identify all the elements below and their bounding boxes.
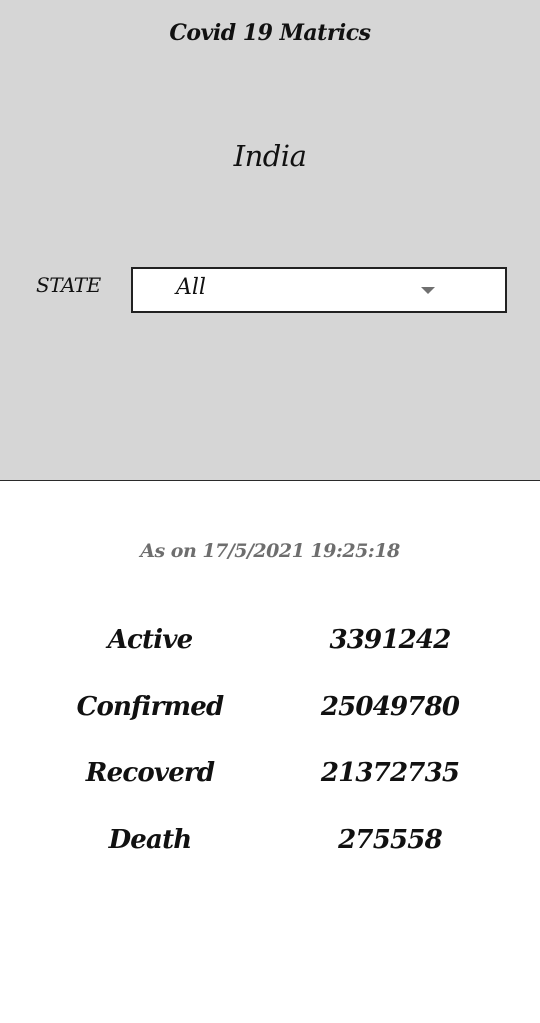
metric-value: 21372735	[320, 758, 460, 788]
metric-value: 3391242	[329, 625, 451, 655]
metric-row-recovered: Recoverd 21372735	[0, 758, 540, 802]
metric-row-active: Active 3391242	[0, 625, 540, 669]
country-name: India	[233, 139, 307, 173]
dropdown-caret-icon[interactable]	[421, 287, 435, 294]
metric-row-death: Death 275558	[0, 825, 540, 869]
metric-value: 25049780	[320, 692, 460, 722]
metric-row-confirmed: Confirmed 25049780	[0, 692, 540, 736]
state-label: STATE	[36, 273, 101, 297]
metric-value: 275558	[338, 825, 443, 855]
state-select[interactable]: All	[131, 267, 507, 313]
metric-label: Active	[107, 625, 194, 655]
metric-label: Confirmed	[76, 692, 225, 722]
state-select-value: All	[176, 275, 206, 300]
metric-label: Recoverd	[85, 758, 215, 788]
timestamp-text: As on 17/5/2021 19:25:18	[140, 540, 400, 562]
header-panel: Covid 19 Matrics India STATE All	[0, 0, 540, 481]
app-title: Covid 19 Matrics	[169, 20, 371, 46]
metric-label: Death	[108, 825, 193, 855]
